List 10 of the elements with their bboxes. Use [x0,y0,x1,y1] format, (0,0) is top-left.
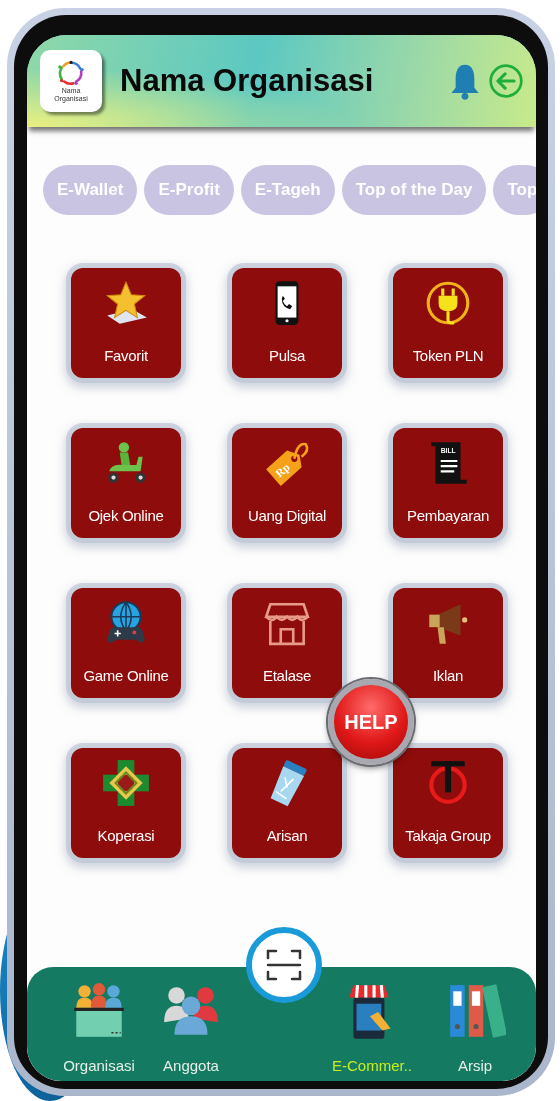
price-tag-icon [266,442,309,486]
bill-icon [431,442,467,484]
nav-item[interactable]: Arsip [427,981,523,1074]
app-title: Nama Organisasi [120,63,375,99]
back-button[interactable] [488,63,524,99]
nav-item[interactable]: Organisasi [53,981,145,1074]
ornament-icon [101,758,151,808]
nav-item[interactable]: Anggota [145,981,237,1074]
nav-item[interactable]: E-Commer.. [317,981,427,1074]
tag-text: Rp [273,460,292,480]
